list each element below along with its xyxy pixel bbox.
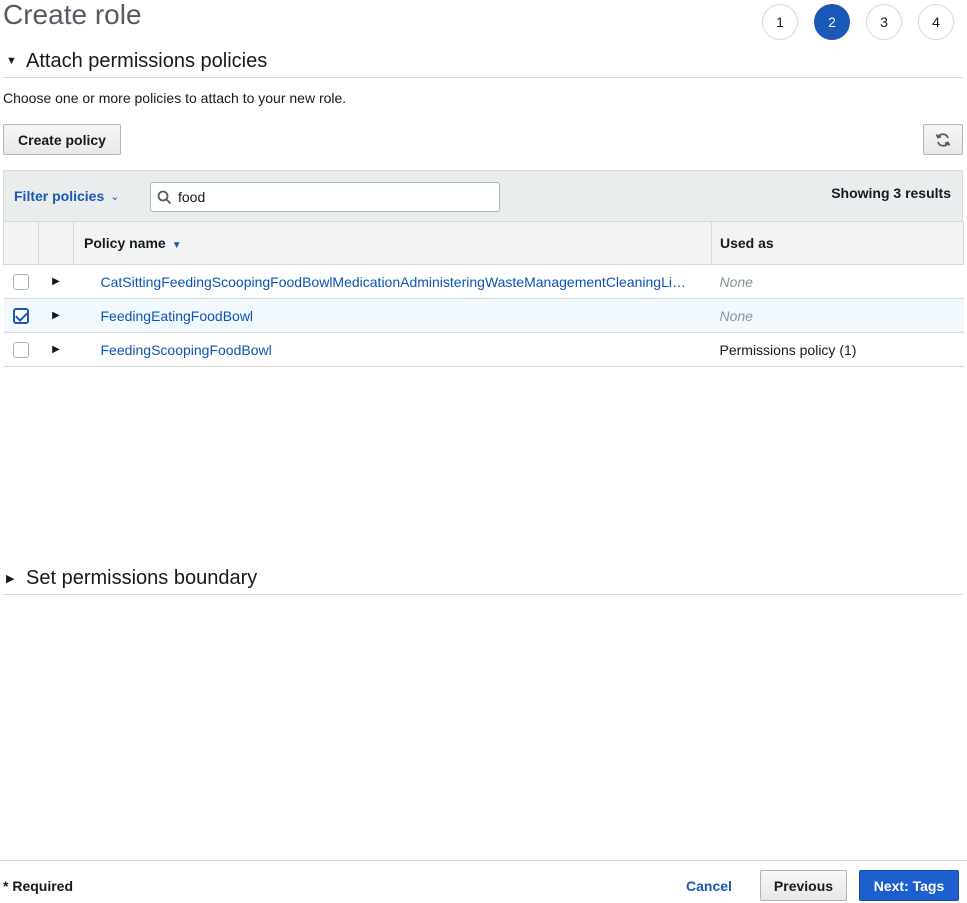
result-count: Showing 3 results — [831, 185, 951, 201]
used-as-value: None — [711, 264, 964, 299]
table-row: ▶ FeedingEatingFoodBowl None — [3, 298, 964, 333]
step-4: 4 — [918, 4, 954, 40]
search-box — [150, 182, 500, 212]
caret-down-icon: ▼ — [6, 55, 17, 67]
policy-name-column-header[interactable]: Policy name ▼ — [73, 221, 712, 265]
wizard-steps: 1 2 3 4 — [762, 4, 955, 40]
page-title: Create role — [3, 0, 142, 30]
step-3: 3 — [866, 4, 902, 40]
used-as-column-header[interactable]: Used as — [711, 221, 964, 265]
section-description: Choose one or more policies to attach to… — [3, 90, 347, 106]
section-title: Set permissions boundary — [26, 566, 258, 589]
policy-name-header-label: Policy name — [84, 235, 166, 251]
search-input[interactable] — [176, 188, 476, 206]
create-policy-button[interactable]: Create policy — [3, 124, 121, 155]
table-row: ▶ CatSittingFeedingScoopingFoodBowlMedic… — [3, 264, 964, 299]
refresh-icon — [935, 132, 951, 147]
section-title: Attach permissions policies — [26, 49, 268, 72]
policies-table: Policy name ▼ Used as ▶ CatSittingFeeding… — [3, 221, 964, 367]
caret-right-icon: ▶ — [6, 572, 15, 585]
step-2-current: 2 — [814, 4, 850, 40]
used-as-value: None — [711, 298, 964, 333]
row-checkbox[interactable] — [13, 342, 29, 359]
expand-column-header — [38, 221, 74, 265]
refresh-button[interactable] — [923, 124, 963, 155]
sort-descending-icon: ▼ — [171, 240, 182, 251]
policy-name-link[interactable]: CatSittingFeedingScoopingFoodBowlMedicat… — [101, 274, 686, 290]
next-tags-button[interactable]: Next: Tags — [859, 870, 959, 901]
table-row: ▶ FeedingScoopingFoodBowl Permissions po… — [3, 332, 964, 367]
step-1[interactable]: 1 — [762, 4, 798, 40]
select-column-header — [3, 221, 39, 265]
row-checkbox-checked[interactable] — [13, 308, 29, 325]
policy-name-link[interactable]: FeedingEatingFoodBowl — [101, 308, 254, 324]
row-checkbox[interactable] — [13, 274, 29, 291]
wizard-footer: * Required Cancel Previous Next: Tags — [0, 860, 967, 903]
cancel-button[interactable]: Cancel — [686, 878, 732, 894]
expand-row-icon[interactable]: ▶ — [38, 332, 74, 367]
permissions-boundary-header[interactable]: ▶ Set permissions boundary — [3, 562, 963, 595]
filter-bar: Filter policies ⌄ Showing 3 results — [3, 170, 963, 221]
required-note: * Required — [3, 878, 74, 894]
chevron-down-icon: ⌄ — [110, 190, 120, 203]
filter-dropdown-label: Filter policies — [14, 188, 105, 204]
expand-row-icon[interactable]: ▶ — [38, 298, 74, 333]
previous-button[interactable]: Previous — [760, 870, 847, 901]
used-as-value: Permissions policy (1) — [711, 332, 964, 367]
attach-policies-header[interactable]: ▼ Attach permissions policies — [3, 45, 963, 78]
expand-row-icon[interactable]: ▶ — [38, 264, 74, 299]
policy-name-link[interactable]: FeedingScoopingFoodBowl — [101, 342, 272, 358]
filter-policies-dropdown[interactable]: Filter policies ⌄ — [14, 188, 119, 204]
search-icon — [157, 190, 172, 204]
